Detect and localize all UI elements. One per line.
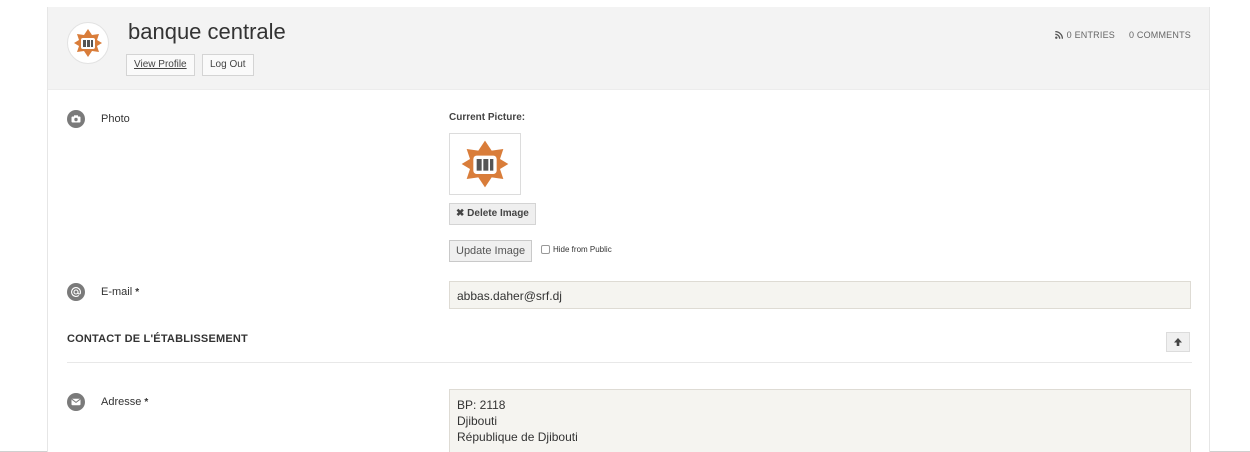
hide-from-public-toggle[interactable]: Hide from Public	[541, 245, 612, 254]
address-line: Djibouti	[457, 414, 498, 428]
profile-header: banque centrale View Profile Log Out 0 E…	[48, 7, 1209, 90]
address-row-label: Adresse *	[67, 393, 148, 411]
address-label: Adresse	[101, 396, 142, 408]
address-line: BP: 2118	[457, 398, 506, 412]
bank-logo-icon	[74, 29, 102, 57]
at-sign-icon	[67, 283, 85, 301]
profile-card: banque centrale View Profile Log Out 0 E…	[47, 7, 1210, 452]
collapse-section-button[interactable]	[1166, 332, 1190, 352]
email-label: E-mail	[101, 286, 133, 298]
bank-logo-icon	[461, 140, 509, 188]
current-picture-label: Current Picture:	[449, 112, 526, 123]
envelope-icon	[67, 393, 85, 411]
photo-label: Photo	[101, 113, 130, 125]
email-required-marker: *	[135, 286, 140, 298]
email-field[interactable]: abbas.daher@srf.dj	[449, 281, 1191, 309]
rss-icon	[1054, 31, 1063, 39]
current-picture	[449, 133, 521, 195]
delete-image-button[interactable]: ✖ Delete Image	[449, 203, 536, 225]
camera-icon	[67, 110, 85, 128]
delete-image-label: Delete Image	[467, 208, 529, 219]
avatar	[67, 22, 109, 64]
email-row-label: E-mail *	[67, 283, 139, 301]
address-line: République de Djibouti	[457, 430, 578, 444]
section-divider	[67, 362, 1192, 363]
hide-from-public-label: Hide from Public	[553, 245, 612, 254]
profile-title: banque centrale	[128, 19, 286, 44]
comments-count[interactable]: 0 COMMENTS	[1129, 30, 1191, 40]
address-required-marker: *	[144, 396, 149, 408]
entries-stat[interactable]: 0 ENTRIES	[1054, 30, 1115, 40]
update-image-button[interactable]: Update Image	[449, 240, 533, 262]
log-out-button[interactable]: Log Out	[202, 54, 254, 76]
address-field[interactable]: BP: 2118 Djibouti République de Djibouti	[449, 389, 1191, 452]
photo-row-label: Photo	[67, 110, 130, 128]
entries-count: 0 ENTRIES	[1066, 30, 1115, 40]
view-profile-button[interactable]: View Profile	[126, 54, 195, 76]
profile-stats: 0 ENTRIES 0 COMMENTS	[1054, 30, 1191, 40]
close-icon: ✖	[456, 208, 465, 219]
arrow-up-icon	[1174, 338, 1182, 346]
hide-from-public-checkbox[interactable]	[541, 245, 550, 254]
section-title: CONTACT DE L'ÉTABLISSEMENT	[67, 333, 248, 345]
